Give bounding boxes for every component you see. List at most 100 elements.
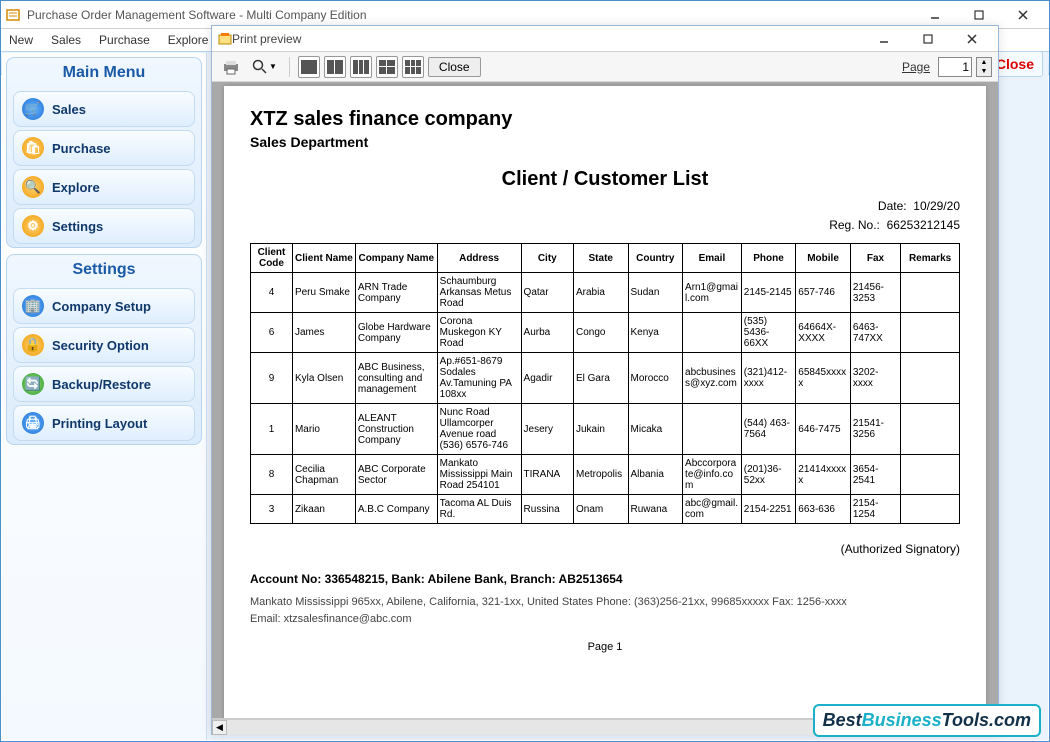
menu-sales[interactable]: Sales bbox=[51, 33, 81, 47]
sidebar-item-security[interactable]: 🔒 Security Option bbox=[13, 327, 195, 363]
table-cell bbox=[901, 455, 960, 495]
table-header-row: Client CodeClient NameCompany NameAddres… bbox=[251, 244, 960, 273]
table-cell: A.B.C Company bbox=[355, 495, 437, 524]
table-cell: 3202-xxxx bbox=[850, 353, 900, 404]
table-row: 1MarioALEANT Construction CompanyNunc Ro… bbox=[251, 404, 960, 455]
sidebar-item-backup-restore[interactable]: 🔄 Backup/Restore bbox=[13, 366, 195, 402]
scroll-left-icon[interactable]: ◀ bbox=[212, 720, 227, 735]
table-header-cell: Remarks bbox=[901, 244, 960, 273]
sidebar-item-settings[interactable]: ⚙ Settings bbox=[13, 208, 195, 244]
print-icon[interactable] bbox=[218, 56, 244, 78]
table-cell: Congo bbox=[573, 313, 628, 353]
layout-6-icon[interactable] bbox=[402, 56, 424, 78]
sidebar-item-purchase[interactable]: 🛍 Purchase bbox=[13, 130, 195, 166]
page-label: Page bbox=[902, 60, 930, 74]
table-cell: 9 bbox=[251, 353, 293, 404]
account-line: Account No: 336548215, Bank: Abilene Ban… bbox=[250, 572, 960, 586]
spinner-down-icon[interactable]: ▼ bbox=[977, 67, 991, 76]
table-cell: 64664X-XXXX bbox=[796, 313, 851, 353]
main-window-controls bbox=[913, 3, 1045, 27]
doc-title: Client / Customer List bbox=[250, 168, 960, 191]
sidebar-item-label: Backup/Restore bbox=[52, 377, 151, 392]
table-cell: ALEANT Construction Company bbox=[355, 404, 437, 455]
table-cell: 21414xxxxx bbox=[796, 455, 851, 495]
toolbar-close-button[interactable]: Close bbox=[428, 57, 481, 77]
table-header-cell: State bbox=[573, 244, 628, 273]
sidebar-item-sales[interactable]: 🛒 Sales bbox=[13, 91, 195, 127]
reg-label: Reg. No.: bbox=[829, 218, 880, 232]
settings-panel: Settings 🏢 Company Setup 🔒 Security Opti… bbox=[6, 254, 202, 445]
table-cell: 21456-3253 bbox=[850, 273, 900, 313]
bag-icon: 🛍 bbox=[22, 137, 44, 159]
table-cell bbox=[901, 495, 960, 524]
layout-1-icon[interactable] bbox=[298, 56, 320, 78]
table-cell: Albania bbox=[628, 455, 683, 495]
table-cell bbox=[901, 273, 960, 313]
table-cell: Metropolis bbox=[573, 455, 628, 495]
table-row: 3ZikaanA.B.C CompanyTacoma AL Duis Rd.Ru… bbox=[251, 495, 960, 524]
doc-department: Sales Department bbox=[250, 134, 960, 150]
preview-viewport[interactable]: XTZ sales finance company Sales Departme… bbox=[212, 82, 998, 719]
table-cell: Micaka bbox=[628, 404, 683, 455]
page-spinner[interactable]: ▲▼ bbox=[976, 57, 992, 77]
table-cell: 663-636 bbox=[796, 495, 851, 524]
table-cell: abcbusiness@xyz.com bbox=[683, 353, 742, 404]
date-value: 10/29/20 bbox=[913, 199, 960, 213]
printer-icon: 🖨 bbox=[22, 412, 44, 434]
table-cell: Aurba bbox=[521, 313, 573, 353]
table-cell: Arn1@gmail.com bbox=[683, 273, 742, 313]
table-row: 8Cecilia ChapmanABC Corporate SectorMank… bbox=[251, 455, 960, 495]
table-cell bbox=[901, 313, 960, 353]
sidebar-item-printing-layout[interactable]: 🖨 Printing Layout bbox=[13, 405, 195, 441]
table-cell: 65845xxxxx bbox=[796, 353, 851, 404]
table-row: 4Peru SmakeARN Trade CompanySchaumburg A… bbox=[251, 273, 960, 313]
table-cell: Cecilia Chapman bbox=[292, 455, 355, 495]
sidebar-item-company-setup[interactable]: 🏢 Company Setup bbox=[13, 288, 195, 324]
sidebar-item-label: Explore bbox=[52, 180, 100, 195]
page-input[interactable] bbox=[938, 57, 972, 77]
sidebar-item-explore[interactable]: 🔍 Explore bbox=[13, 169, 195, 205]
table-cell: Abccorporate@info.com bbox=[683, 455, 742, 495]
table-cell: ABC Corporate Sector bbox=[355, 455, 437, 495]
doc-meta: Date: 10/29/20 Reg. No.: 66253212145 bbox=[250, 197, 960, 235]
close-button[interactable] bbox=[1001, 3, 1045, 27]
spinner-up-icon[interactable]: ▲ bbox=[977, 58, 991, 67]
sidebar-item-label: Settings bbox=[52, 219, 103, 234]
maximize-button[interactable] bbox=[957, 3, 1001, 27]
table-cell bbox=[901, 353, 960, 404]
preview-maximize-button[interactable] bbox=[906, 27, 950, 51]
gear-icon: ⚙ bbox=[22, 215, 44, 237]
main-menu-panel: Main Menu 🛒 Sales 🛍 Purchase 🔍 Explore ⚙… bbox=[6, 57, 202, 248]
menu-new[interactable]: New bbox=[9, 33, 33, 47]
table-cell: Arabia bbox=[573, 273, 628, 313]
layout-3-icon[interactable] bbox=[350, 56, 372, 78]
table-cell: TIRANA bbox=[521, 455, 573, 495]
table-header-cell: Mobile bbox=[796, 244, 851, 273]
document-page: XTZ sales finance company Sales Departme… bbox=[224, 86, 986, 719]
table-header-cell: Company Name bbox=[355, 244, 437, 273]
layout-2-icon[interactable] bbox=[324, 56, 346, 78]
toolbar-separator bbox=[289, 57, 290, 77]
preview-window-controls bbox=[862, 27, 994, 51]
cart-icon: 🛒 bbox=[22, 98, 44, 120]
layout-4-icon[interactable] bbox=[376, 56, 398, 78]
refresh-icon: 🔄 bbox=[22, 373, 44, 395]
menu-explore[interactable]: Explore bbox=[168, 33, 209, 47]
print-preview-window: Print preview ▼ Close Page bbox=[211, 25, 999, 735]
table-cell: Ruwana bbox=[628, 495, 683, 524]
table-cell: 6 bbox=[251, 313, 293, 353]
zoom-icon[interactable]: ▼ bbox=[248, 56, 281, 78]
preview-close-button[interactable] bbox=[950, 27, 994, 51]
menu-purchase[interactable]: Purchase bbox=[99, 33, 150, 47]
table-cell: Jesery bbox=[521, 404, 573, 455]
preview-minimize-button[interactable] bbox=[862, 27, 906, 51]
table-cell: ABC Business, consulting and management bbox=[355, 353, 437, 404]
table-cell: El Gara bbox=[573, 353, 628, 404]
preview-app-icon bbox=[218, 32, 232, 46]
table-cell: 2145-2145 bbox=[741, 273, 796, 313]
minimize-button[interactable] bbox=[913, 3, 957, 27]
preview-titlebar: Print preview bbox=[212, 26, 998, 52]
table-cell: James bbox=[292, 313, 355, 353]
table-cell: 6463-747XX bbox=[850, 313, 900, 353]
footer-address: Mankato Mississippi 965xx, Abilene, Cali… bbox=[250, 594, 960, 627]
